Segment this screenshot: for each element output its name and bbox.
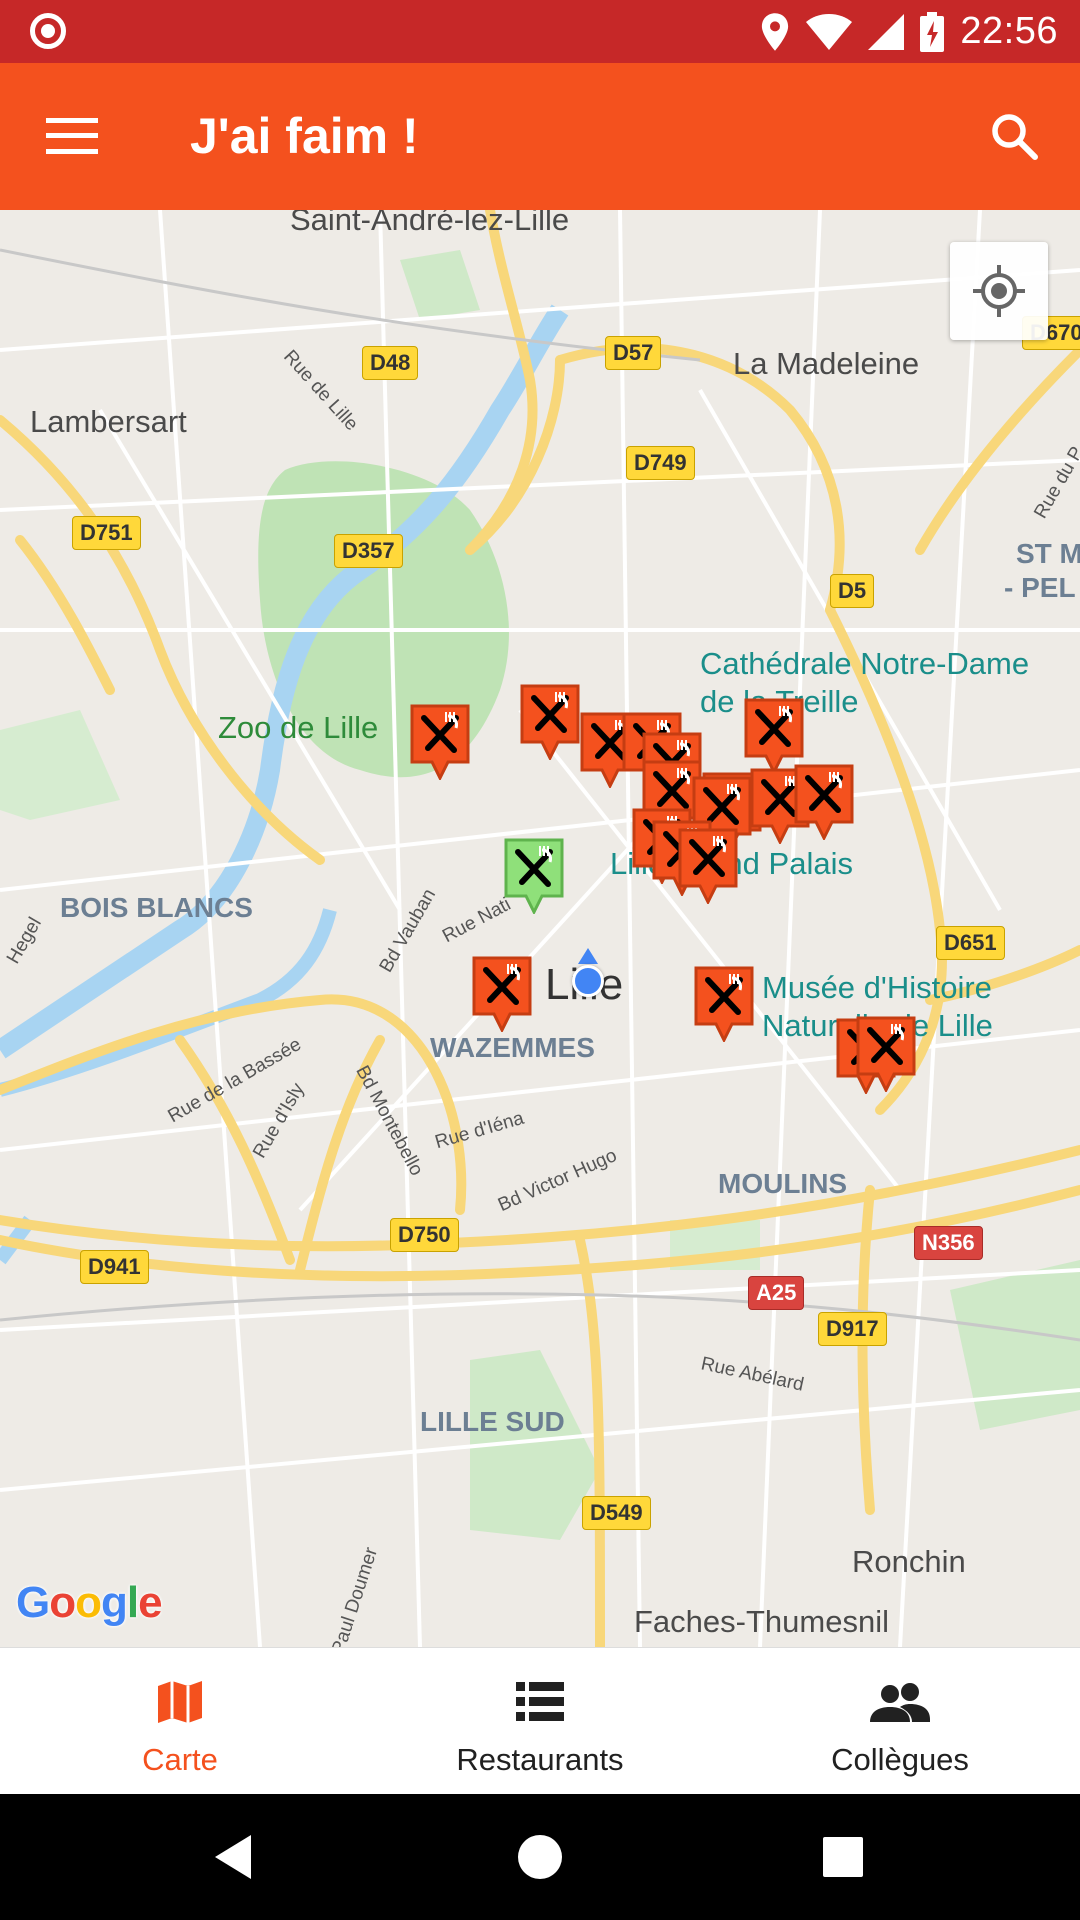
menu-icon [46,118,98,154]
nav-label: Collègues [831,1742,969,1777]
road-shield: D357 [334,534,403,568]
map-label-district: - PEL [1004,572,1076,603]
restaurant-icon [520,684,580,760]
map-label-town: Saint-André-lez-Lille [290,210,570,237]
map-label-district: BOIS BLANCS [60,892,253,923]
location-icon [762,12,789,51]
nav-label: Restaurants [456,1742,624,1777]
page-title: J'ai faim ! [190,108,419,164]
restaurant-icon [472,956,532,1032]
restaurant-icon [504,838,564,914]
road-shield: D57 [605,336,662,370]
restaurant-icon [694,966,754,1042]
restaurant-marker[interactable] [408,702,472,780]
restaurant-marker[interactable] [854,1014,918,1092]
app-bar: J'ai faim ! [0,63,1080,210]
my-location-button[interactable] [950,242,1048,340]
status-time: 22:56 [960,10,1058,52]
menu-button[interactable] [36,103,108,169]
map-label-town: La Madeleine [733,346,920,381]
map-label-poi: Musée d'Histoire [762,970,992,1005]
recents-button[interactable] [810,1824,876,1890]
restaurant-icon [678,828,738,904]
nav-item-carte[interactable]: Carte [0,1648,360,1794]
map-label-poi: Zoo de Lille [218,710,379,745]
heading-indicator [578,948,598,964]
restaurant-marker[interactable] [692,964,756,1042]
map-label-district: WAZEMMES [430,1032,595,1063]
map-view[interactable]: Saint-André-lez-Lille La Madeleine Lambe… [0,210,1080,1647]
restaurant-icon [794,764,854,840]
road-shield: D941 [80,1250,149,1284]
home-button[interactable] [507,1824,573,1890]
road-shield: A25 [748,1276,805,1310]
status-bar: 22:56 [0,0,1080,63]
record-icon [30,13,66,49]
my-location-dot [572,965,604,997]
road-shield: D751 [72,516,141,550]
road-shield: D917 [818,1312,887,1346]
restaurant-marker[interactable] [502,836,566,914]
my-location-icon [973,265,1025,317]
map-label-district: LILLE SUD [420,1406,565,1437]
road-shield: N356 [914,1226,983,1260]
restaurant-marker[interactable] [518,682,582,760]
wifi-icon [806,13,853,50]
recents-icon [823,1837,863,1877]
search-button[interactable] [978,103,1050,169]
road-shield: D750 [390,1218,459,1252]
people-icon [870,1683,930,1722]
map-icon [158,1681,202,1723]
restaurant-icon [856,1016,916,1092]
system-navigation [0,1794,1080,1920]
restaurant-marker[interactable] [470,954,534,1032]
home-icon [518,1835,562,1879]
signal-icon [868,13,905,50]
restaurant-marker[interactable] [792,762,856,840]
road-shield: D549 [582,1496,651,1530]
nav-item-restaurants[interactable]: Restaurants [360,1648,720,1794]
road-shield: D5 [830,574,875,608]
battery-charging-icon [920,11,945,52]
back-icon [215,1835,251,1879]
nav-label: Carte [142,1742,218,1777]
road-shield: D48 [362,346,419,380]
list-icon [516,1682,564,1721]
map-label-district: ST M [1016,538,1080,569]
road-shield: D749 [626,446,695,480]
restaurant-marker[interactable] [676,826,740,904]
map-label-poi: Cathédrale Notre-Dame [700,646,1030,681]
map-label-town: Ronchin [852,1544,966,1579]
google-logo: Google [16,1578,163,1627]
road-shield: D651 [936,926,1005,960]
nav-item-collegues[interactable]: Collègues [720,1648,1080,1794]
map-label-district: MOULINS [718,1168,848,1199]
bottom-navigation: Carte Restaurants Collègues [0,1647,1080,1794]
map-label-town: Faches-Thumesnil [634,1604,889,1639]
restaurant-icon [410,704,470,780]
search-icon [992,114,1038,160]
back-button[interactable] [200,1824,266,1890]
map-label-town: Lambersart [30,404,187,439]
